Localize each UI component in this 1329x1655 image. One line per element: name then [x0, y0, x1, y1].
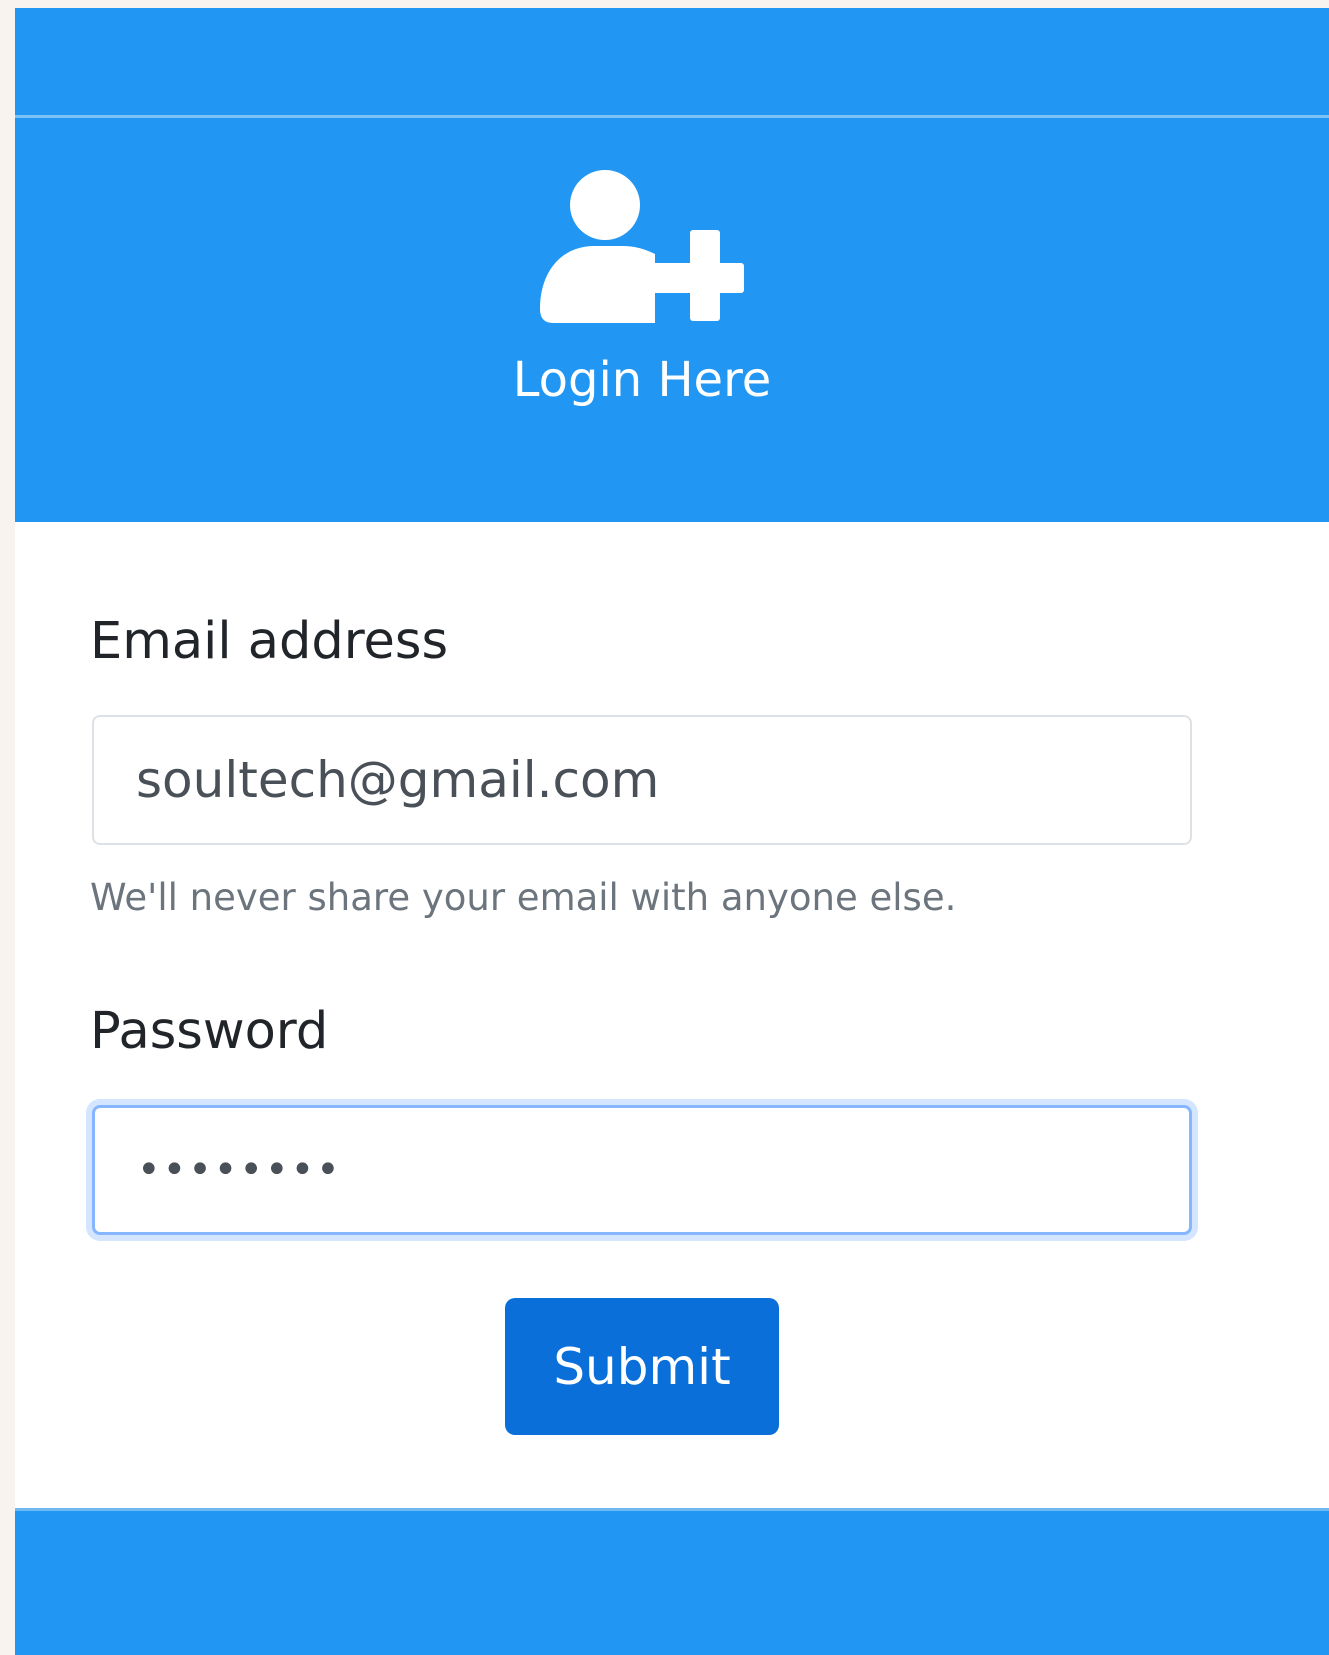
password-input[interactable] [92, 1105, 1192, 1235]
email-input[interactable] [92, 715, 1192, 845]
login-title: Login Here [512, 352, 772, 408]
user-plus-icon [540, 170, 744, 328]
login-card: Login Here Email address We'll never sha… [15, 115, 1329, 1655]
email-help-text: We'll never share your email with anyone… [90, 876, 957, 919]
password-label: Password [90, 1002, 329, 1061]
card-footer [15, 1508, 1329, 1655]
submit-button[interactable]: Submit [505, 1298, 779, 1435]
email-label: Email address [90, 612, 449, 671]
top-bar [15, 8, 1329, 115]
card-header: Login Here [15, 115, 1329, 522]
